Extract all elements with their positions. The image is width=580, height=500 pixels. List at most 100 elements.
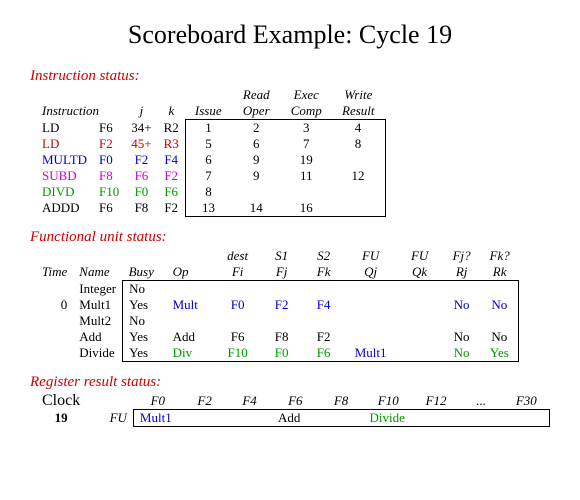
- functional-unit-label: Functional unit status:: [30, 229, 550, 246]
- instruction-status-section: Instruction status: Read Exec Write Inst…: [30, 68, 550, 217]
- reg-hdr: F0: [133, 393, 182, 410]
- reg-hdr: ...: [459, 393, 503, 410]
- cell-name: Mult1: [73, 297, 122, 313]
- cell-j: F0: [125, 184, 157, 200]
- page-title: Scoreboard Example: Cycle 19: [30, 20, 550, 50]
- functional-unit-table: dest S1 S2 FU FU Fj? Fk? Time Name Busy …: [36, 248, 519, 362]
- cell-busy: No: [123, 281, 167, 298]
- fu-row: Mult2No: [36, 313, 519, 329]
- cell-d: F2: [93, 136, 125, 152]
- fu-row: IntegerNo: [36, 281, 519, 298]
- cell-op: MULTD: [36, 152, 93, 168]
- cell-exec: 16: [281, 200, 331, 217]
- cell-d: F8: [93, 168, 125, 184]
- cell-issue: 13: [185, 200, 231, 217]
- fu-row: DivideYesDivF10F0F6Mult1NoYes: [36, 345, 519, 362]
- reg-val: [459, 410, 503, 427]
- cell-op: ADDD: [36, 200, 93, 217]
- col-qj: Qj: [345, 264, 397, 281]
- cell-qj: [345, 297, 397, 313]
- cell-qj: [345, 329, 397, 345]
- cell-time: [36, 345, 73, 362]
- cell-k: F4: [158, 152, 186, 168]
- cell-fk: [303, 313, 345, 329]
- col-write: Result: [331, 103, 385, 120]
- cell-rj: No: [443, 329, 481, 345]
- cell-fi: [215, 281, 261, 298]
- cell-d: F6: [93, 200, 125, 217]
- col-busy: Busy: [123, 264, 167, 281]
- cell-write: 8: [331, 136, 385, 152]
- col-s1: S1: [261, 248, 303, 264]
- fu-row: AddYesAddF6F8F2NoNo: [36, 329, 519, 345]
- cell-time: [36, 313, 73, 329]
- col-dest: dest: [215, 248, 261, 264]
- cell-op: Add: [167, 329, 215, 345]
- cell-qk: [397, 313, 443, 329]
- instr-row: MULTDF0F2F46919: [36, 152, 385, 168]
- col-fuA: FU: [345, 248, 397, 264]
- cell-read: 14: [231, 200, 281, 217]
- col-time: Time: [36, 264, 73, 281]
- cell-issue: 7: [185, 168, 231, 184]
- cell-fj: F2: [261, 297, 303, 313]
- cell-k: F2: [158, 200, 186, 217]
- cell-busy: Yes: [123, 345, 167, 362]
- col-j: j: [125, 103, 157, 120]
- cell-name: Mult2: [73, 313, 122, 329]
- cell-fi: F0: [215, 297, 261, 313]
- cell-op: [167, 313, 215, 329]
- cell-qj: [345, 281, 397, 298]
- cell-fj: F0: [261, 345, 303, 362]
- cell-name: Add: [73, 329, 122, 345]
- cell-rk: No: [481, 329, 519, 345]
- instr-row: ADDDF6F8F2131416: [36, 200, 385, 217]
- cell-rj: No: [443, 345, 481, 362]
- cell-issue: 6: [185, 152, 231, 168]
- reg-hdr: F12: [413, 393, 459, 410]
- cell-k: F2: [158, 168, 186, 184]
- reg-val: [503, 410, 549, 427]
- col-fjq: Fj?: [443, 248, 481, 264]
- reg-hdr: F2: [182, 393, 227, 410]
- instr-row: SUBDF8F6F2791112: [36, 168, 385, 184]
- cell-op: LD: [36, 120, 93, 137]
- cell-rk: [481, 281, 519, 298]
- col-fi: Fi: [215, 264, 261, 281]
- cell-op: Mult: [167, 297, 215, 313]
- cell-qj: [345, 313, 397, 329]
- cell-time: 0: [36, 297, 73, 313]
- col-exec: Comp: [281, 103, 331, 120]
- instruction-status-table: Read Exec Write Instruction j k Issue Op…: [36, 87, 386, 217]
- cell-write: [331, 152, 385, 168]
- cell-rj: [443, 281, 481, 298]
- cell-fi: F6: [215, 329, 261, 345]
- cell-j: F6: [125, 168, 157, 184]
- cell-op: LD: [36, 136, 93, 152]
- cell-exec: [281, 184, 331, 200]
- cell-d: F6: [93, 120, 125, 137]
- cell-op: [167, 281, 215, 298]
- col-op: Op: [167, 264, 215, 281]
- clock-label: Clock: [36, 393, 86, 410]
- cell-busy: No: [123, 313, 167, 329]
- cell-read: [231, 184, 281, 200]
- col-qk: Qk: [397, 264, 443, 281]
- cell-exec: 3: [281, 120, 331, 137]
- register-result-label: Register result status:: [30, 374, 550, 391]
- cell-j: F2: [125, 152, 157, 168]
- reg-hdr: F4: [227, 393, 272, 410]
- cell-k: F6: [158, 184, 186, 200]
- cell-d: F10: [93, 184, 125, 200]
- col-fk: Fk: [303, 264, 345, 281]
- cell-qk: [397, 329, 443, 345]
- col-fuB: FU: [397, 248, 443, 264]
- reg-val: [413, 410, 459, 427]
- cell-fk: [303, 281, 345, 298]
- col-read-top: Read: [231, 87, 281, 103]
- fu-row: 0Mult1YesMultF0F2F4NoNo: [36, 297, 519, 313]
- cell-rj: [443, 313, 481, 329]
- reg-val: [227, 410, 272, 427]
- clock-value: 19: [36, 410, 86, 427]
- col-fkq: Fk?: [481, 248, 519, 264]
